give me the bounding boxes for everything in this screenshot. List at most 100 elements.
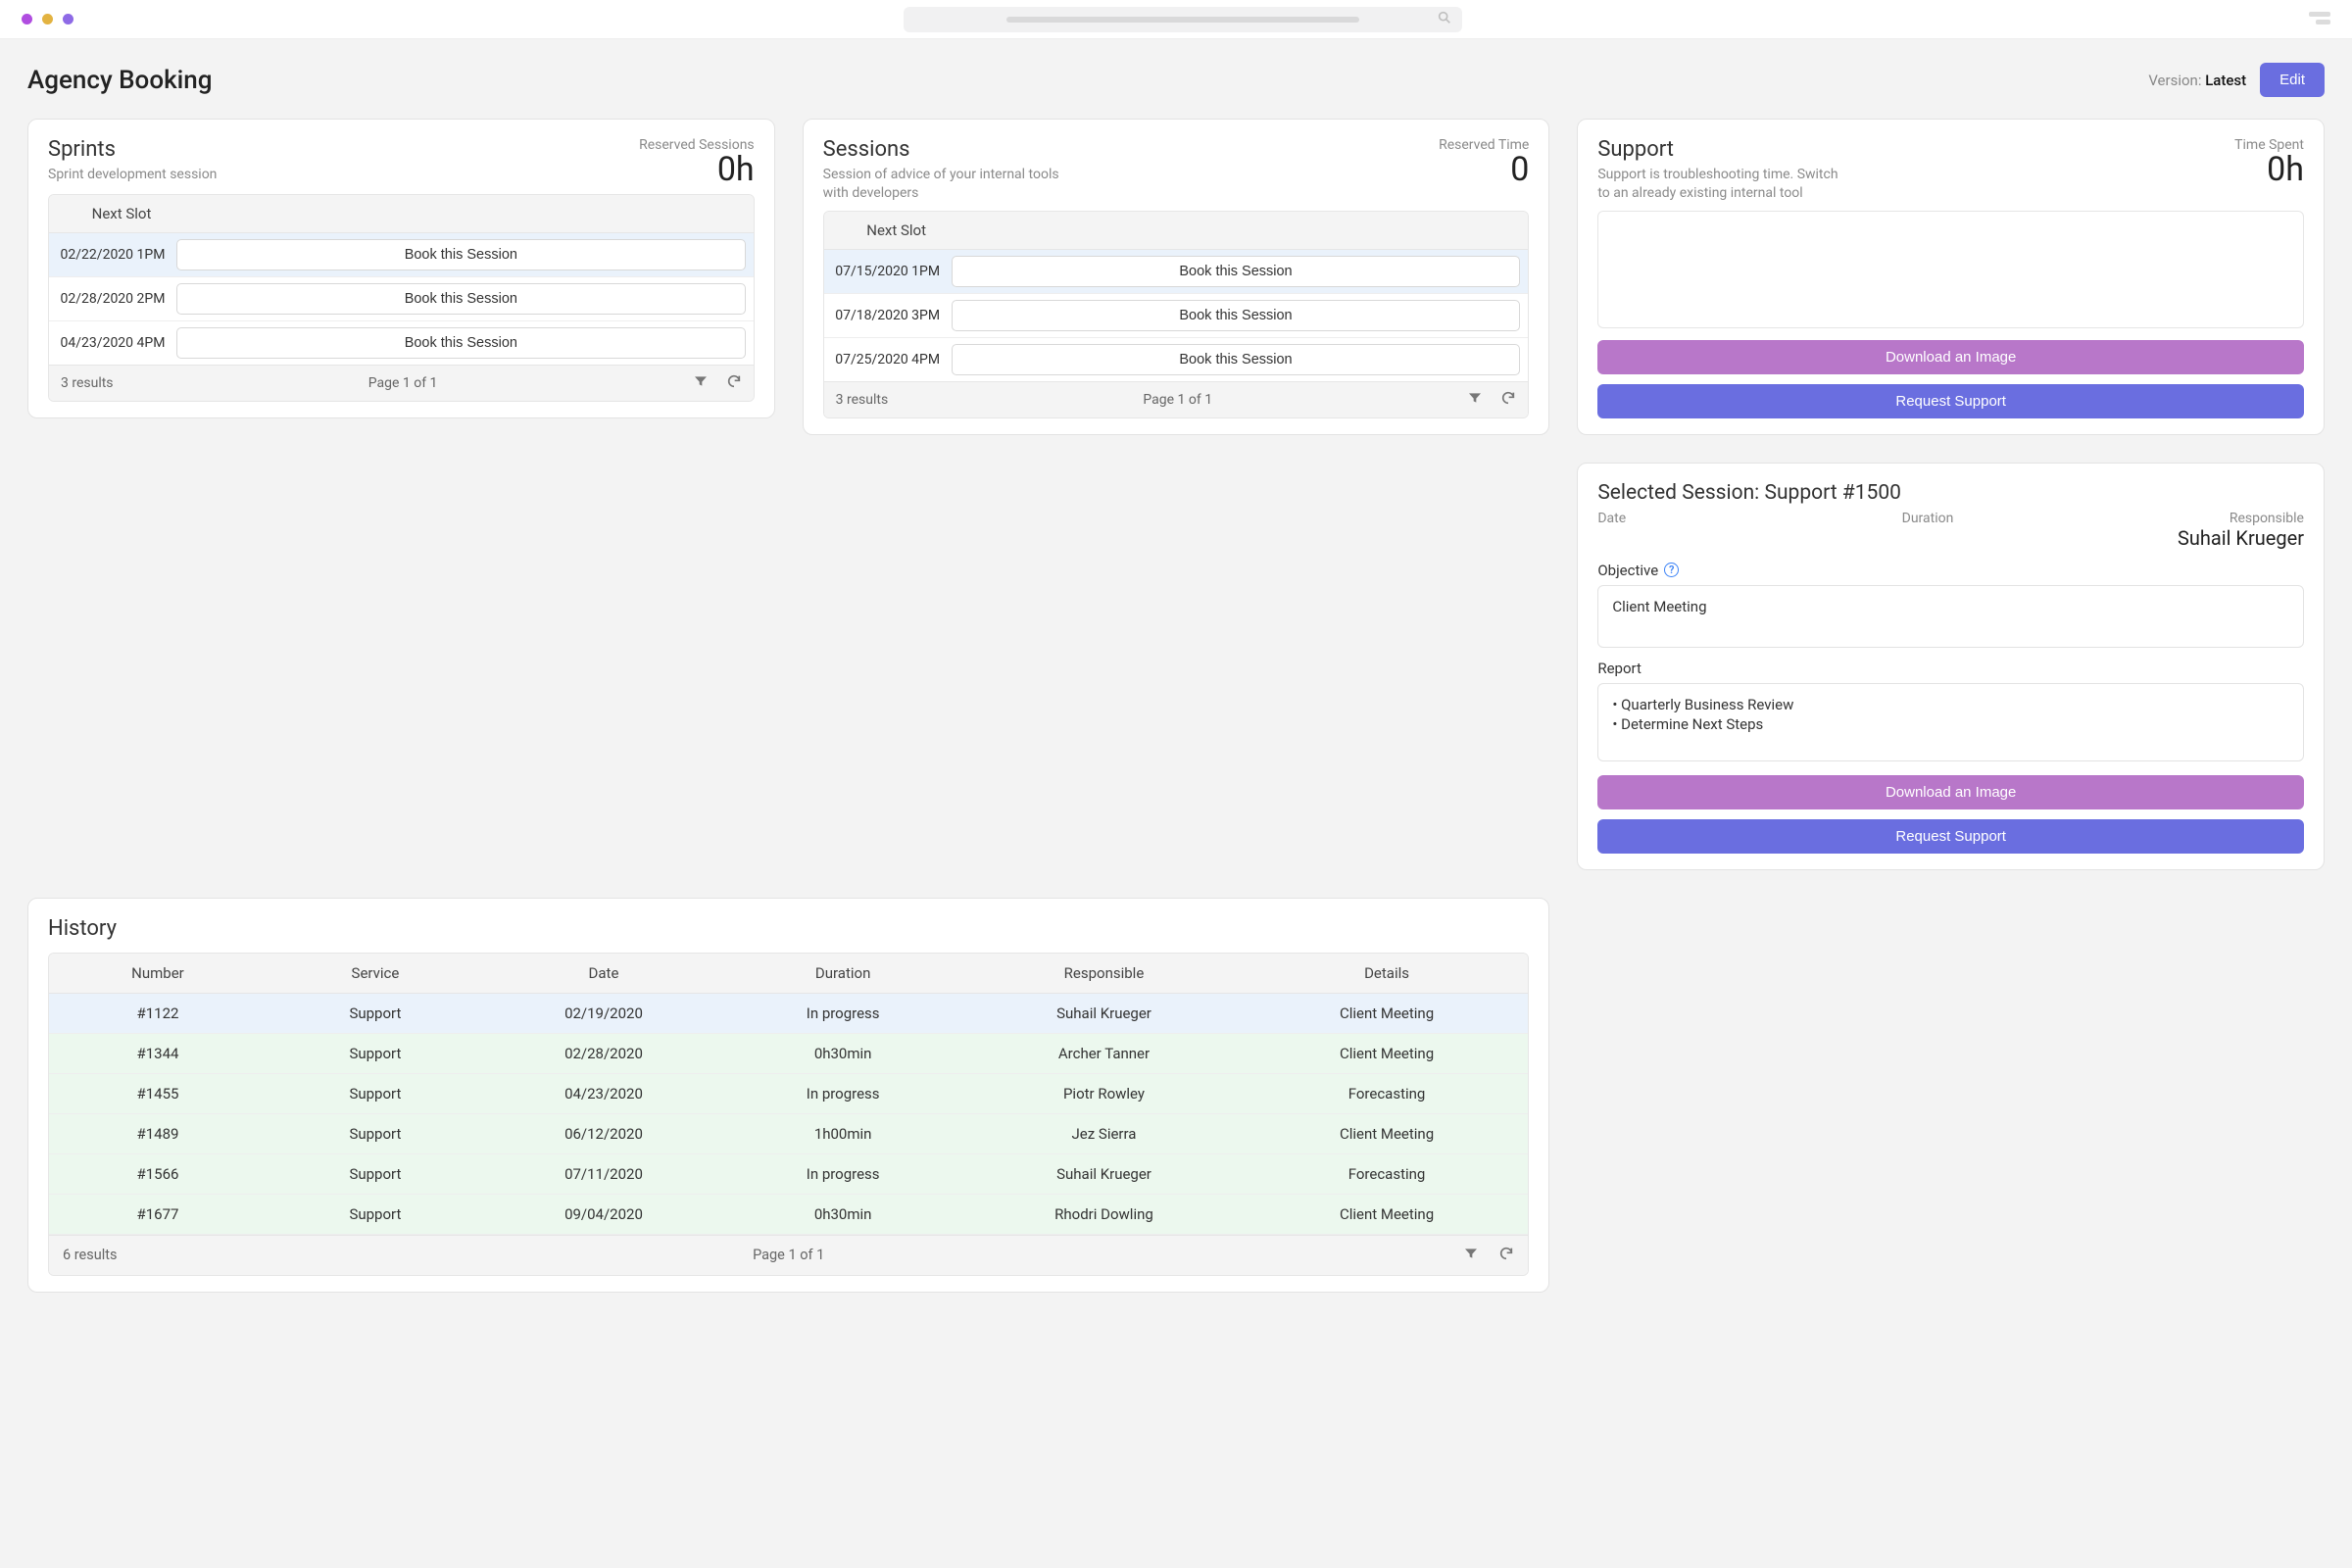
window-controls: [22, 14, 74, 24]
sessions-page-indicator: Page 1 of 1: [1143, 392, 1212, 408]
slot-row[interactable]: 04/23/2020 4PMBook this Session: [49, 321, 754, 365]
slot-date: 04/23/2020 4PM: [49, 325, 176, 361]
slot-row[interactable]: 02/22/2020 1PMBook this Session: [49, 233, 754, 277]
traffic-light-close[interactable]: [22, 14, 32, 24]
sprints-metric-value: 0h: [639, 153, 755, 186]
sessions-results-count: 3 results: [836, 392, 889, 408]
refresh-icon[interactable]: [726, 373, 742, 393]
support-body-empty: [1597, 211, 2304, 328]
traffic-light-zoom[interactable]: [63, 14, 74, 24]
slot-row[interactable]: 07/15/2020 1PMBook this Session: [824, 250, 1529, 294]
selected-responsible-value: Suhail Krueger: [1597, 526, 2304, 550]
history-cell-date: 07/11/2020: [484, 1154, 723, 1194]
report-field[interactable]: • Quarterly Business Review• Determine N…: [1597, 683, 2304, 761]
sessions-card: Sessions Session of advice of your inter…: [803, 119, 1550, 435]
history-cell-date: 02/28/2020: [484, 1034, 723, 1073]
history-cell-duration: In progress: [723, 1074, 962, 1113]
sessions-title: Sessions: [823, 137, 1078, 162]
filter-icon[interactable]: [1467, 390, 1483, 410]
history-cell-date: 09/04/2020: [484, 1195, 723, 1234]
slot-date: 07/25/2020 4PM: [824, 342, 952, 377]
history-cell-number: #1489: [49, 1114, 267, 1153]
support-download-button[interactable]: Download an Image: [1597, 340, 2304, 374]
book-session-button[interactable]: Book this Session: [176, 283, 746, 315]
sprints-card: Sprints Sprint development session Reser…: [27, 119, 775, 418]
history-cell-details: Forecasting: [1246, 1154, 1529, 1194]
edit-button[interactable]: Edit: [2260, 63, 2325, 97]
book-session-button[interactable]: Book this Session: [176, 239, 746, 270]
selected-download-button[interactable]: Download an Image: [1597, 775, 2304, 809]
history-cell-date: 02/19/2020: [484, 994, 723, 1033]
refresh-icon[interactable]: [1500, 390, 1516, 410]
traffic-light-minimize[interactable]: [42, 14, 53, 24]
slot-row[interactable]: 07/25/2020 4PMBook this Session: [824, 338, 1529, 381]
search-placeholder: [1006, 17, 1359, 23]
history-cell-service: Support: [267, 1114, 484, 1153]
page-title: Agency Booking: [27, 66, 212, 95]
history-cell-duration: 0h30min: [723, 1034, 962, 1073]
history-results-count: 6 results: [63, 1247, 547, 1263]
history-cell-number: #1677: [49, 1195, 267, 1234]
filter-icon[interactable]: [1463, 1246, 1479, 1265]
slot-row[interactable]: 07/18/2020 3PMBook this Session: [824, 294, 1529, 338]
support-subtitle: Support is troubleshooting time. Switch …: [1597, 166, 1852, 203]
sessions-slot-table: Next Slot 07/15/2020 1PMBook this Sessio…: [823, 211, 1530, 418]
selected-responsible-label: Responsible: [2230, 511, 2304, 526]
col-number: Number: [49, 954, 267, 993]
sprints-subtitle: Sprint development session: [48, 166, 217, 184]
history-cell-responsible: Rhodri Dowling: [962, 1195, 1246, 1234]
history-cell-duration: In progress: [723, 1154, 962, 1194]
support-request-button[interactable]: Request Support: [1597, 384, 2304, 418]
history-cell-number: #1455: [49, 1074, 267, 1113]
history-header-row: Number Service Date Duration Responsible…: [49, 954, 1528, 994]
col-responsible: Responsible: [962, 954, 1246, 993]
col-date: Date: [484, 954, 723, 993]
history-row[interactable]: #1455Support04/23/2020In progressPiotr R…: [49, 1074, 1528, 1114]
book-session-button[interactable]: Book this Session: [952, 300, 1521, 331]
history-cell-details: Client Meeting: [1246, 1195, 1529, 1234]
report-label: Report: [1597, 660, 1642, 677]
history-cell-date: 04/23/2020: [484, 1074, 723, 1113]
history-cell-number: #1122: [49, 994, 267, 1033]
history-row[interactable]: #1489Support06/12/20201h00minJez SierraC…: [49, 1114, 1528, 1154]
history-row[interactable]: #1677Support09/04/20200h30minRhodri Dowl…: [49, 1195, 1528, 1235]
support-card: Support Support is troubleshooting time.…: [1577, 119, 2325, 435]
history-cell-responsible: Suhail Krueger: [962, 1154, 1246, 1194]
selected-request-button[interactable]: Request Support: [1597, 819, 2304, 854]
sprints-slot-table: Next Slot 02/22/2020 1PMBook this Sessio…: [48, 194, 755, 402]
slot-row[interactable]: 02/28/2020 2PMBook this Session: [49, 277, 754, 321]
history-cell-service: Support: [267, 1034, 484, 1073]
history-row[interactable]: #1122Support02/19/2020In progressSuhail …: [49, 994, 1528, 1034]
history-title: History: [48, 916, 1529, 941]
refresh-icon[interactable]: [1498, 1246, 1514, 1265]
objective-label: Objective: [1597, 562, 1658, 579]
sessions-next-slot-header: Next Slot: [838, 221, 956, 239]
history-cell-responsible: Archer Tanner: [962, 1034, 1246, 1073]
sprints-next-slot-header: Next Slot: [63, 205, 180, 222]
history-cell-service: Support: [267, 994, 484, 1033]
menu-icon[interactable]: [2309, 12, 2330, 27]
info-icon[interactable]: ?: [1664, 563, 1679, 577]
support-title: Support: [1597, 137, 1852, 162]
sprints-results-count: 3 results: [61, 375, 114, 391]
history-row[interactable]: #1566Support07/11/2020In progressSuhail …: [49, 1154, 1528, 1195]
slot-date: 02/28/2020 2PM: [49, 281, 176, 317]
history-cell-responsible: Jez Sierra: [962, 1114, 1246, 1153]
history-cell-details: Forecasting: [1246, 1074, 1529, 1113]
history-row[interactable]: #1344Support02/28/20200h30minArcher Tann…: [49, 1034, 1528, 1074]
history-cell-responsible: Suhail Krueger: [962, 994, 1246, 1033]
global-search[interactable]: [904, 7, 1462, 32]
history-cell-responsible: Piotr Rowley: [962, 1074, 1246, 1113]
search-icon: [1437, 10, 1452, 29]
history-cell-duration: 0h30min: [723, 1195, 962, 1234]
history-cell-details: Client Meeting: [1246, 994, 1529, 1033]
col-duration: Duration: [723, 954, 962, 993]
book-session-button[interactable]: Book this Session: [952, 344, 1521, 375]
filter-icon[interactable]: [693, 373, 709, 393]
history-cell-duration: 1h00min: [723, 1114, 962, 1153]
book-session-button[interactable]: Book this Session: [176, 327, 746, 359]
selected-session-title: Selected Session: Support #1500: [1597, 481, 2304, 505]
objective-field[interactable]: Client Meeting: [1597, 585, 2304, 648]
selected-duration-label: Duration: [1902, 511, 1954, 526]
book-session-button[interactable]: Book this Session: [952, 256, 1521, 287]
